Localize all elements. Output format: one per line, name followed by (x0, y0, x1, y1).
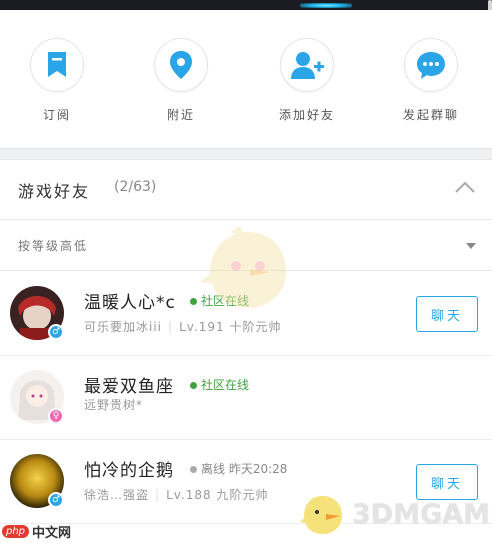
quick-action-label: 订阅 (42, 108, 71, 122)
friend-count: (2/63) (114, 179, 157, 195)
online-dot-icon (190, 382, 197, 389)
chat-button[interactable]: 聊天 (416, 296, 478, 332)
sort-label: 按等级高低 (18, 239, 89, 253)
status-badge: 离线 昨天20:28 (190, 460, 287, 477)
quick-action-label: 附近 (166, 108, 195, 122)
chevron-up-icon[interactable] (454, 180, 476, 194)
level-rank: Lv.191 十阶元帅 (179, 320, 282, 334)
friend-name: 最爱双鱼座 (84, 377, 174, 397)
level-rank: Lv.188 九阶元帅 (166, 488, 269, 502)
quick-action-nearby[interactable]: 附近 (126, 38, 236, 123)
quick-action-label: 发起群聊 (402, 108, 459, 122)
group-chat-icon (417, 52, 445, 79)
divider: | (168, 320, 174, 334)
quick-action-subscribe[interactable]: 订阅 (2, 38, 112, 123)
friend-subinfo: 可乐要加冰iii | Lv.191 十阶元帅 (84, 318, 281, 335)
mascot-watermark-icon (200, 226, 286, 308)
friend-row[interactable]: ♀ 最爱双鱼座 社区在线 远野贵树* (0, 356, 492, 440)
female-gender-icon: ♀ (48, 408, 64, 424)
section-title: 游戏好友 (18, 182, 91, 201)
section-divider (0, 148, 492, 160)
quick-actions-bar: 订阅 附近 添加好友 发起群聊 (0, 10, 492, 148)
group-chat-button-circle[interactable] (404, 38, 458, 92)
quick-action-label: 添加好友 (278, 108, 335, 122)
nearby-button-circle[interactable] (154, 38, 208, 92)
indicator-glow (300, 3, 352, 8)
watermark: 3DMGAME (300, 492, 492, 536)
location-pin-icon (170, 51, 192, 79)
quick-action-group-chat[interactable]: 发起群聊 (376, 38, 486, 123)
add-friend-icon (291, 52, 324, 79)
dropdown-arrow-icon (466, 243, 476, 249)
status-badge: 社区在线 (190, 376, 249, 393)
status-text: 社区在线 (201, 378, 250, 392)
online-dot-icon (190, 298, 197, 305)
male-gender-icon: ♂ (48, 324, 64, 340)
game-friends-header[interactable]: 游戏好友 (2/63) (0, 160, 492, 220)
friend-name: 怕冷的企鹅 (84, 461, 174, 481)
subscribe-button-circle[interactable] (30, 38, 84, 92)
game-nickname: 徐浩…强盗 (84, 488, 150, 502)
offline-dot-icon (190, 466, 197, 473)
watermark-text: 3DMGAME (352, 498, 492, 530)
top-status-strip (0, 0, 492, 10)
php-badge: php (2, 525, 30, 538)
male-gender-icon: ♂ (48, 492, 64, 508)
friend-subinfo: 徐浩…强盗 | Lv.188 九阶元帅 (84, 486, 268, 503)
friend-subinfo: 远野贵树* (84, 396, 143, 413)
friend-name: 温暖人心*c (84, 293, 176, 313)
bookmark-icon (48, 52, 66, 77)
corner-logo: php 中文网 (2, 522, 71, 541)
status-text: 离线 昨天20:28 (201, 462, 288, 476)
divider: | (155, 488, 161, 502)
quick-action-add-friend[interactable]: 添加好友 (252, 38, 362, 123)
game-nickname: 可乐要加冰iii (84, 320, 163, 334)
add-friend-button-circle[interactable] (280, 38, 334, 92)
corner-logo-text: 中文网 (32, 526, 72, 541)
game-nickname: 远野贵树* (84, 398, 144, 412)
mascot-logo-icon (300, 496, 342, 534)
